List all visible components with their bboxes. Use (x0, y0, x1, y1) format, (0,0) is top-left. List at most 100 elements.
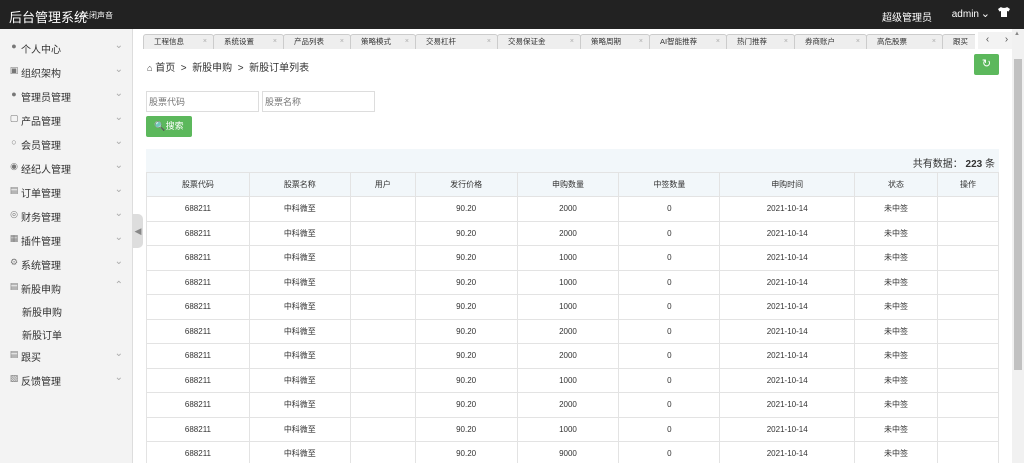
column-header: 发行价格 (414, 172, 518, 197)
tab[interactable]: 热门推荐 × (726, 34, 795, 49)
table-cell: 2000 (516, 343, 620, 369)
search-button[interactable]: 🔍搜索 (146, 116, 192, 137)
tab[interactable]: 交易杠杆 × (415, 34, 498, 49)
table-cell (937, 196, 999, 222)
chevron-down-icon: ⌄ (114, 256, 123, 267)
sidebar-item-label: 管理员管理 (21, 93, 71, 104)
close-icon[interactable]: × (716, 35, 720, 49)
sidebar-item-label: 跟买 (21, 353, 41, 364)
stock-name-input[interactable] (262, 91, 375, 112)
scrollbar-thumb[interactable] (1014, 59, 1022, 370)
sidebar-item[interactable]: ◉ 经纪人管理 ⌄ (0, 155, 133, 179)
table-cell (349, 220, 416, 246)
sidebar-item[interactable]: ▢ 产品管理 ⌄ (0, 107, 133, 131)
tab-label: 策略模式 (361, 37, 391, 46)
sidebar-item[interactable]: ▤ 跟买 ⌄ (0, 343, 133, 367)
close-icon[interactable]: × (932, 35, 936, 49)
sidebar-item-label: 个人中心 (21, 45, 61, 56)
theme-icon[interactable] (997, 5, 1011, 22)
close-icon[interactable]: × (570, 35, 574, 49)
tabs-prev-button[interactable]: ‹ (978, 32, 997, 49)
chevron-down-icon: ⌄ (114, 160, 123, 171)
tab[interactable]: 券商账户 × (794, 34, 867, 49)
tab[interactable]: 策略周期 × (580, 34, 650, 49)
orders-table: 股票代码 股票名称 用户 发行价格 申购数量 中签数量 申购时间 状态 操作 688211 中科微… (146, 172, 999, 463)
table-cell: 90.20 (414, 343, 518, 369)
table-cell: 中科微至 (248, 245, 351, 271)
table-cell: 中科微至 (248, 318, 351, 344)
sidebar-item[interactable]: ▣ 组织架构 ⌄ (0, 59, 133, 83)
table-cell: 688211 (146, 269, 250, 295)
puzzle-icon: ▦ (9, 233, 19, 243)
breadcrumb-home[interactable]: 首页 (155, 63, 175, 74)
chevron-down-icon[interactable]: ⌄ (981, 7, 990, 20)
group-icon: ◉ (10, 161, 18, 171)
table-cell: 未中签 (854, 343, 938, 369)
scroll-up-icon[interactable]: ▲ (1014, 31, 1020, 37)
close-icon[interactable]: × (856, 35, 860, 49)
sidebar-item[interactable]: ● 管理员管理 ⌄ (0, 83, 133, 107)
breadcrumb-separator: > (237, 63, 244, 74)
sidebar-item[interactable]: ▤ 订单管理 ⌄ (0, 179, 133, 203)
gear-icon: ⚙ (9, 257, 19, 267)
sidebar-item-label: 订单管理 (21, 189, 61, 200)
sidebar-item[interactable]: ○ 会员管理 ⌄ (0, 131, 133, 155)
chevron-down-icon: ⌄ (114, 112, 123, 123)
table-cell: 未中签 (854, 245, 938, 271)
tab[interactable]: 高危股票 × (866, 34, 943, 49)
sidebar-item[interactable]: ◎ 财务管理 ⌄ (0, 203, 133, 227)
tab[interactable]: 产品列表 × (283, 34, 351, 49)
coin-icon: ◎ (10, 209, 18, 219)
sidebar-item[interactable]: ⚙ 系统管理 ⌄ (0, 251, 133, 275)
stock-code-input[interactable] (146, 91, 259, 112)
tab-label: 高危股票 (877, 37, 907, 46)
breadcrumb-section[interactable]: 新股申购 (192, 63, 232, 74)
mute-sound-link[interactable]: 关闭声音 (81, 10, 113, 21)
close-icon[interactable]: × (203, 35, 207, 49)
sidebar-collapse-handle[interactable]: ◀ (133, 214, 143, 248)
sidebar-subitem[interactable]: 新股申购 (22, 304, 62, 319)
sidebar-item[interactable]: ● 个人中心 ⌄ (0, 35, 133, 59)
chevron-down-icon: ⌄ (114, 88, 123, 99)
table-cell: 2000 (516, 196, 620, 222)
table-cell (349, 416, 416, 442)
table-cell: 688211 (146, 367, 250, 393)
close-icon[interactable]: × (639, 35, 643, 49)
tab[interactable]: AI智能推荐 × (649, 34, 727, 49)
sidebar-item[interactable]: ▧ 反馈管理 ⌄ (0, 367, 133, 391)
table-cell (937, 416, 999, 442)
breadcrumb-current: 新股订单列表 (249, 63, 310, 74)
table-cell: 0 (618, 441, 721, 463)
table-cell: 90.20 (414, 367, 518, 393)
table-cell: 0 (618, 269, 721, 295)
table-cell: 90.20 (414, 392, 518, 418)
table-cell: 688211 (146, 343, 250, 369)
tab[interactable]: 交易保证金 × (497, 34, 581, 49)
table-cell (937, 318, 999, 344)
table-cell: 688211 (146, 441, 250, 463)
tab[interactable]: 工程信息 × (143, 34, 214, 49)
tab[interactable]: 系统设置 × (213, 34, 284, 49)
refresh-button[interactable]: ↻ (974, 54, 999, 75)
table-cell (349, 245, 416, 271)
sidebar-item[interactable]: ▦ 插件管理 ⌄ (0, 227, 133, 251)
close-icon[interactable]: × (405, 35, 409, 49)
close-icon[interactable]: × (273, 35, 277, 49)
top-bar: 后台管理系统 关闭声音 超级管理员 admin ⌄ (0, 0, 1024, 29)
user-icon: ● (11, 89, 17, 99)
table-row: 688211 中科微至 90.20 1000 0 2021-10-14 未中签 (146, 245, 999, 271)
sidebar-item[interactable]: ▤ 新股申购 ⌃ (0, 275, 133, 299)
close-icon[interactable]: × (784, 35, 788, 49)
tab[interactable]: 跟买 (942, 34, 975, 49)
table-cell: 1000 (516, 245, 620, 271)
user-menu[interactable]: admin (952, 9, 979, 20)
total-suffix: 条 (985, 159, 995, 170)
close-icon[interactable]: × (487, 35, 491, 49)
vertical-scrollbar[interactable]: ▲ (1012, 29, 1024, 463)
tab[interactable]: 策略模式 × (350, 34, 416, 49)
table-cell (349, 318, 416, 344)
sidebar-subitem[interactable]: 新股订单 (22, 327, 62, 342)
chevron-down-icon: ⌄ (114, 208, 123, 219)
table-cell (349, 392, 416, 418)
close-icon[interactable]: × (340, 35, 344, 49)
